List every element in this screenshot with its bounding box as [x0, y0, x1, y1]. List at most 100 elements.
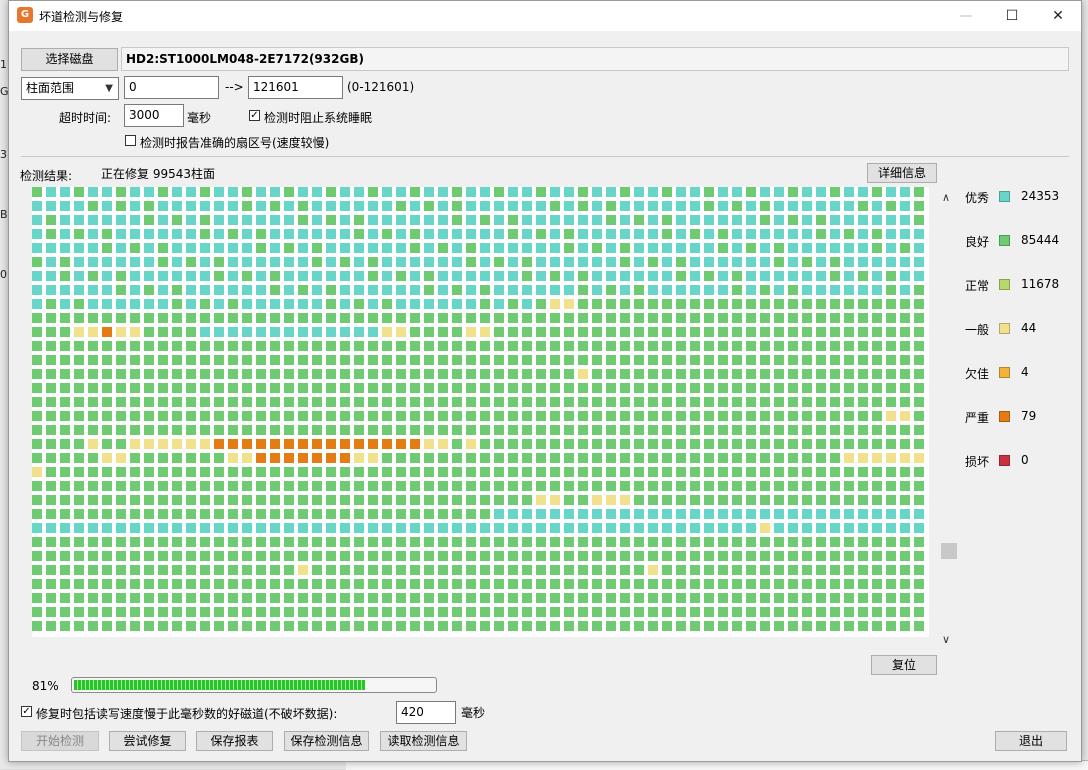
- cylinder-cell: [858, 453, 868, 463]
- cylinder-cell: [46, 495, 56, 505]
- cylinder-cell: [116, 425, 126, 435]
- cylinder-cell: [466, 565, 476, 575]
- cylinder-cell: [788, 551, 798, 561]
- cylinder-cell: [424, 523, 434, 533]
- cylinder-cell: [326, 397, 336, 407]
- cylinder-cell: [396, 509, 406, 519]
- legend-label: 严重: [965, 411, 990, 425]
- cylinder-cell: [74, 523, 84, 533]
- cylinder-cell: [326, 439, 336, 449]
- cylinder-cell: [634, 383, 644, 393]
- cylinder-cell: [74, 439, 84, 449]
- cylinder-cell: [802, 215, 812, 225]
- cylinder-cell: [186, 621, 196, 631]
- cylinder-cell: [578, 453, 588, 463]
- cylinder-cell: [704, 299, 714, 309]
- range-mode-select[interactable]: 柱面范围 ▼: [21, 77, 119, 100]
- cylinder-cell: [760, 481, 770, 491]
- cylinder-cell: [704, 257, 714, 267]
- cylinder-cell: [424, 327, 434, 337]
- cylinder-cell: [508, 509, 518, 519]
- cylinder-cell: [564, 621, 574, 631]
- cylinder-cell: [438, 579, 448, 589]
- cylinder-cell: [886, 201, 896, 211]
- cylinder-cell: [368, 593, 378, 603]
- repair-slow-checkbox[interactable]: ✓: [21, 706, 32, 717]
- range-start-input[interactable]: 0: [124, 76, 219, 99]
- cylinder-cell: [88, 565, 98, 575]
- cylinder-cell: [382, 565, 392, 575]
- cylinder-cell: [578, 369, 588, 379]
- cylinder-cell: [158, 285, 168, 295]
- cylinder-cell: [900, 425, 910, 435]
- cylinder-cell: [158, 243, 168, 253]
- scrollbar-thumb[interactable]: [941, 543, 957, 559]
- cylinder-cell: [802, 467, 812, 477]
- range-end-input[interactable]: 121601: [248, 76, 343, 99]
- cylinder-cell: [480, 607, 490, 617]
- timeout-input[interactable]: 3000: [124, 104, 184, 127]
- cylinder-cell: [704, 411, 714, 421]
- chevron-down-icon[interactable]: ∨: [942, 633, 950, 646]
- save-info-button[interactable]: 保存检测信息: [284, 731, 369, 751]
- start-detect-button[interactable]: 开始检测: [21, 731, 99, 751]
- cylinder-cell: [410, 453, 420, 463]
- cylinder-cell: [256, 411, 266, 421]
- cylinder-cell: [326, 621, 336, 631]
- load-info-button[interactable]: 读取检测信息: [380, 731, 467, 751]
- maximize-button[interactable]: ☐: [989, 1, 1035, 31]
- cylinder-cell: [578, 593, 588, 603]
- cylinder-cell: [704, 355, 714, 365]
- cylinder-cell: [914, 495, 924, 505]
- cylinder-cell: [564, 355, 574, 365]
- timeout-unit: 毫秒: [187, 111, 212, 125]
- cylinder-cell: [172, 299, 182, 309]
- save-report-button[interactable]: 保存报表: [196, 731, 273, 751]
- cylinder-cell: [480, 243, 490, 253]
- reset-button[interactable]: 复位: [871, 655, 937, 675]
- cylinder-cell: [340, 467, 350, 477]
- exit-button[interactable]: 退出: [995, 731, 1067, 751]
- cylinder-cell: [550, 271, 560, 281]
- select-disk-button[interactable]: 选择磁盘: [21, 48, 118, 71]
- cylinder-cell: [802, 411, 812, 421]
- cylinder-cell: [662, 593, 672, 603]
- cylinder-cell: [760, 551, 770, 561]
- cylinder-cell: [312, 439, 322, 449]
- cylinder-cell: [564, 551, 574, 561]
- cylinder-cell: [690, 201, 700, 211]
- cylinder-cell: [116, 355, 126, 365]
- cylinder-cell: [844, 313, 854, 323]
- cylinder-cell: [606, 523, 616, 533]
- cylinder-cell: [256, 215, 266, 225]
- cylinder-cell: [480, 565, 490, 575]
- cylinder-cell: [144, 271, 154, 281]
- cylinder-cell: [60, 299, 70, 309]
- cylinder-cell: [298, 495, 308, 505]
- cylinder-cell: [816, 621, 826, 631]
- chevron-up-icon[interactable]: ∧: [942, 191, 950, 204]
- cylinder-cell: [382, 579, 392, 589]
- cylinder-cell: [284, 257, 294, 267]
- cylinder-cell: [102, 341, 112, 351]
- detail-info-button[interactable]: 详细信息: [867, 163, 937, 183]
- cylinder-cell: [900, 481, 910, 491]
- cylinder-cell: [452, 551, 462, 561]
- cylinder-cell: [732, 467, 742, 477]
- cylinder-cell: [88, 369, 98, 379]
- repair-threshold-input[interactable]: 420: [396, 701, 456, 724]
- cylinder-cell: [60, 341, 70, 351]
- map-scrollbar[interactable]: ∧ ∨: [940, 187, 958, 649]
- close-button[interactable]: ✕: [1035, 1, 1081, 31]
- prevent-sleep-checkbox[interactable]: ✓: [249, 110, 260, 121]
- cylinder-cell: [858, 257, 868, 267]
- report-sector-checkbox[interactable]: [125, 135, 136, 146]
- try-repair-button[interactable]: 尝试修复: [109, 731, 186, 751]
- cylinder-cell: [858, 579, 868, 589]
- cylinder-cell: [214, 439, 224, 449]
- main-window: G 坏道检测与修复 — ☐ ✕ 选择磁盘 HD2:ST1000LM048-2E7…: [8, 0, 1082, 762]
- minimize-button[interactable]: —: [943, 1, 989, 31]
- cylinder-cell: [564, 201, 574, 211]
- cylinder-cell: [396, 607, 406, 617]
- cylinder-cell: [116, 285, 126, 295]
